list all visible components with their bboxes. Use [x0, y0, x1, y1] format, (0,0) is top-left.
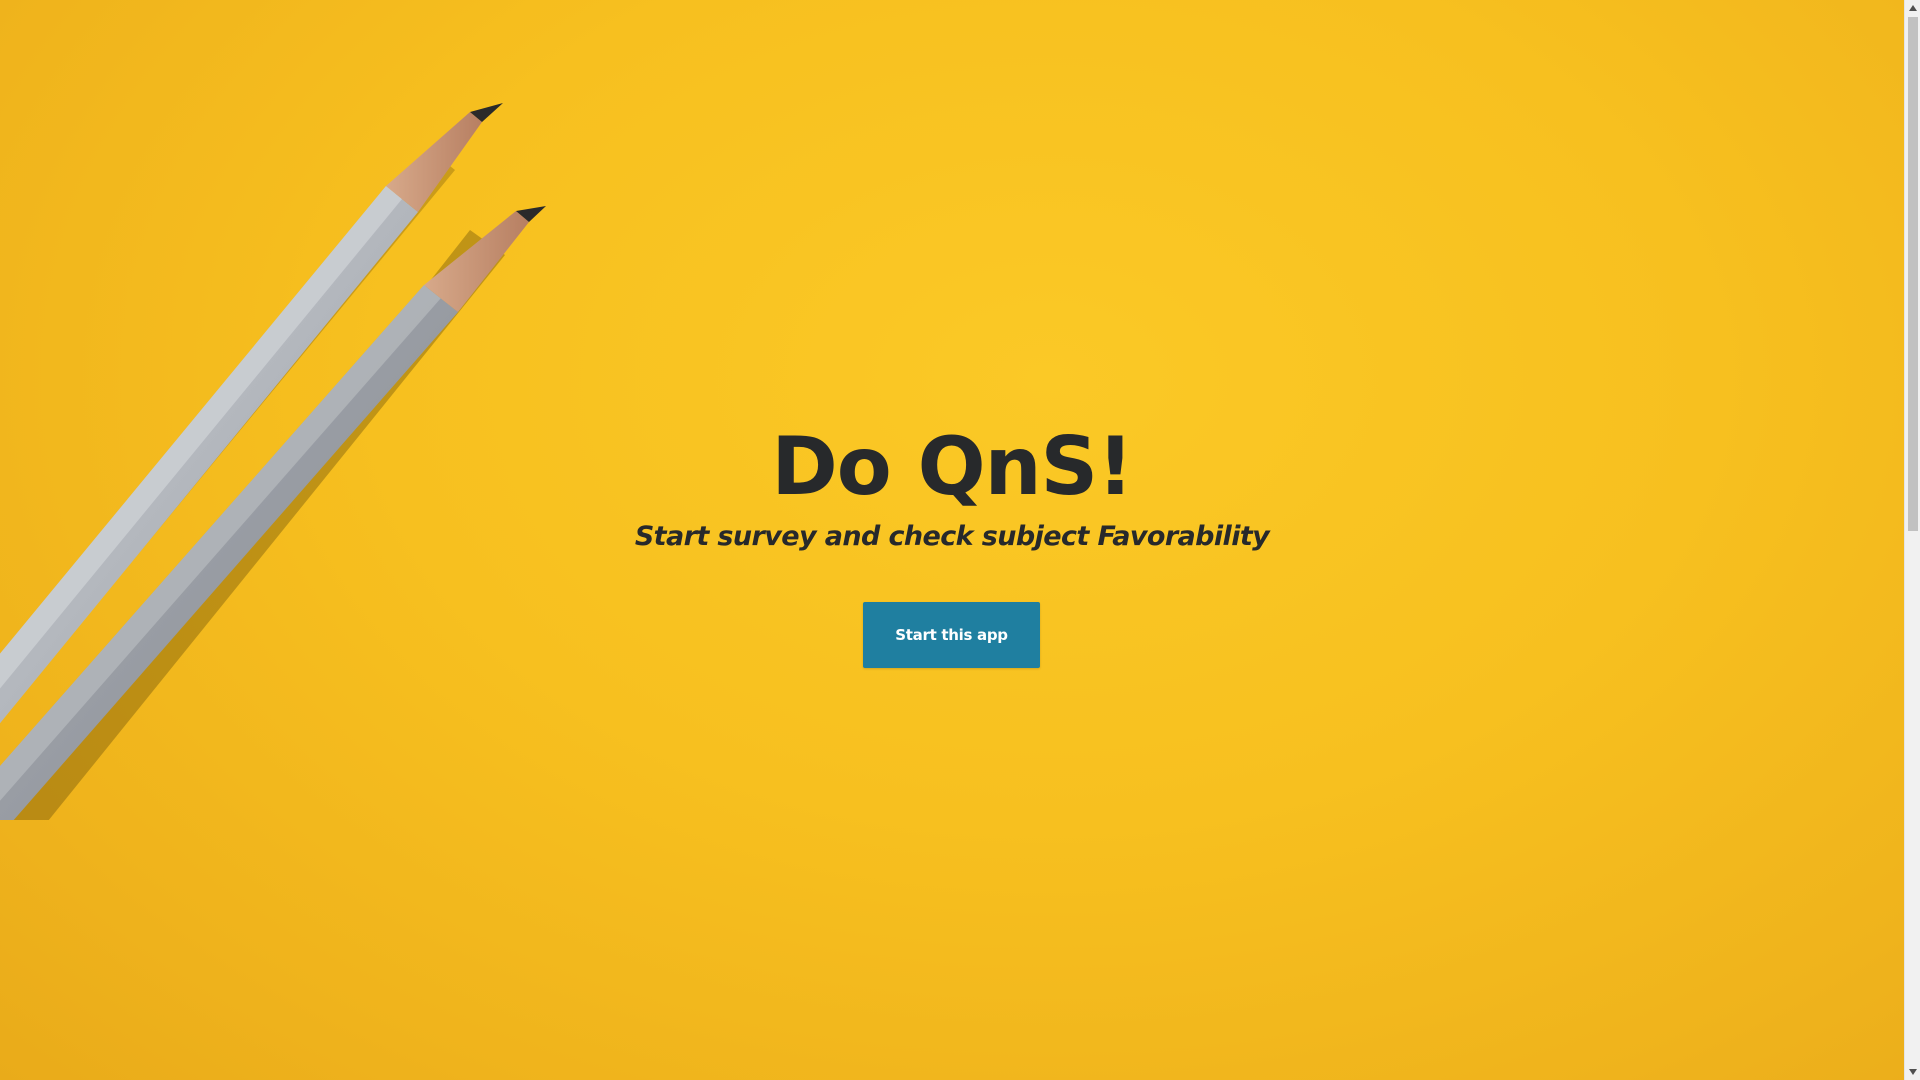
scroll-down-button[interactable] — [1905, 1064, 1920, 1080]
triangle-down-icon — [1909, 1069, 1917, 1075]
scroll-thumb[interactable] — [1908, 17, 1918, 531]
hero-content: Do QnS! Start survey and check subject F… — [0, 0, 1904, 1080]
vertical-scrollbar[interactable] — [1904, 0, 1920, 1080]
page-title: Do QnS! — [771, 420, 1133, 513]
hero-section: Do QnS! Start survey and check subject F… — [0, 0, 1904, 1080]
triangle-up-icon — [1909, 5, 1917, 11]
page-viewport: Do QnS! Start survey and check subject F… — [0, 0, 1920, 1080]
page-subtitle: Start survey and check subject Favorabil… — [634, 521, 1270, 552]
start-app-button[interactable]: Start this app — [863, 602, 1040, 668]
scroll-up-button[interactable] — [1905, 0, 1920, 16]
